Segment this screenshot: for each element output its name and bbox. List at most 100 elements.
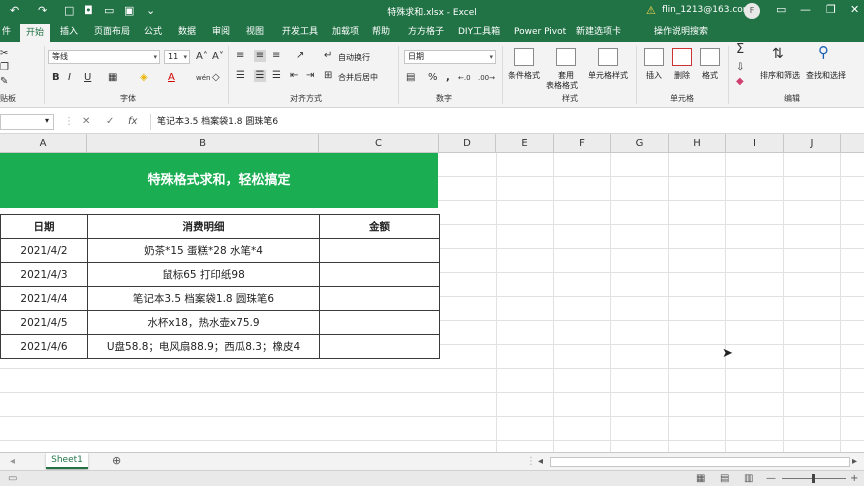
date-cell[interactable]: 2021/4/6 (0, 334, 88, 359)
detail-cell[interactable]: 奶茶*15 蛋糕*28 水笔*4 (87, 238, 320, 263)
tab-new-tab[interactable]: 新建选项卡 (576, 25, 621, 40)
detail-cell[interactable]: 笔记本3.5 档案袋1.8 圆珠笔6 (87, 286, 320, 311)
header-cell-date[interactable]: 日期 (0, 214, 88, 239)
sort-filter-icon[interactable]: ⇅ (772, 47, 784, 61)
format-as-table-icon[interactable] (556, 48, 576, 66)
detail-cell[interactable]: 水杯x18，热水壶x75.9 (87, 310, 320, 335)
ribbon-display-options-icon[interactable]: ▭ (776, 3, 786, 16)
zoom-in-icon[interactable]: + (850, 473, 858, 485)
grow-font-icon[interactable]: A˄ (196, 51, 208, 63)
delete-cells-button[interactable]: 删除 (674, 70, 690, 81)
column-header-i[interactable]: I (726, 134, 784, 153)
warning-icon[interactable]: ⚠ (646, 4, 656, 17)
find-select-button[interactable]: 查找和选择 (806, 70, 846, 81)
increase-decimal-button[interactable]: ←.0 (458, 72, 471, 84)
tab-developer[interactable]: 开发工具 (282, 25, 318, 40)
date-cell[interactable]: 2021/4/3 (0, 262, 88, 287)
align-left-icon[interactable]: ☰ (236, 70, 245, 82)
format-cells-button[interactable]: 格式 (702, 70, 718, 81)
account-email[interactable]: flin_1213@163.com (662, 5, 752, 15)
avatar[interactable]: F (744, 3, 760, 19)
clear-icon[interactable]: ◆ (736, 76, 744, 88)
restore-icon[interactable]: ❐ (826, 3, 836, 16)
merge-center-button[interactable]: 合并后居中 (338, 72, 378, 83)
zoom-slider-thumb[interactable] (812, 474, 815, 483)
worksheet-grid[interactable]: A B C D E F G H I J 特殊格式求和，轻松搞定 日期 消费明细 … (0, 134, 864, 452)
clear-format-icon[interactable]: ◇ (212, 72, 220, 84)
fill-color-icon[interactable]: ◈ (140, 72, 148, 84)
font-size-combo[interactable]: 11 ▾ (164, 50, 190, 64)
split-handle-icon[interactable]: ⋮ (526, 456, 536, 468)
autosum-icon[interactable]: Σ (736, 43, 744, 56)
column-header-g[interactable]: G (611, 134, 669, 153)
font-color-icon[interactable]: A (168, 72, 175, 84)
tab-tell-me[interactable]: 操作说明搜索 (654, 25, 708, 40)
tab-help[interactable]: 帮助 (372, 25, 390, 40)
header-cell-detail[interactable]: 消费明细 (87, 214, 320, 239)
format-painter-icon[interactable]: ✎ (0, 76, 8, 88)
detail-cell[interactable]: 鼠标65 打印纸98 (87, 262, 320, 287)
add-sheet-icon[interactable]: ⊕ (112, 455, 121, 467)
column-header-e[interactable]: E (496, 134, 554, 153)
font-name-combo[interactable]: 等线 ▾ (48, 50, 160, 64)
normal-view-icon[interactable]: ▦ (696, 473, 705, 485)
format-cells-icon[interactable] (700, 48, 720, 66)
align-center-icon[interactable]: ☰ (254, 70, 266, 82)
minimize-icon[interactable]: — (800, 3, 811, 16)
decrease-decimal-button[interactable]: .00→ (478, 72, 495, 84)
enter-icon[interactable]: ✓ (106, 116, 114, 128)
date-cell[interactable]: 2021/4/4 (0, 286, 88, 311)
name-box[interactable]: ▾ (0, 114, 54, 130)
number-format-combo[interactable]: 日期 ▾ (404, 50, 496, 64)
cell-styles-button[interactable]: 单元格样式 (588, 70, 628, 81)
tab-formulas[interactable]: 公式 (144, 25, 162, 40)
fill-icon[interactable]: ⇩ (736, 62, 744, 74)
tab-view[interactable]: 视图 (246, 25, 264, 40)
orientation-icon[interactable]: ↗ (296, 50, 304, 62)
wrap-text-icon[interactable]: ↵ (324, 50, 332, 62)
column-header-d[interactable]: D (439, 134, 496, 153)
tab-data[interactable]: 数据 (178, 25, 196, 40)
tab-fangfang[interactable]: 方方格子 (408, 25, 444, 40)
conditional-format-button[interactable]: 条件格式 (508, 70, 540, 81)
amount-cell[interactable] (319, 262, 440, 287)
page-layout-view-icon[interactable]: ▤ (720, 473, 729, 485)
tab-page-layout[interactable]: 页面布局 (94, 25, 130, 40)
column-header-c[interactable]: C (319, 134, 439, 153)
wrap-text-button[interactable]: 自动换行 (338, 52, 370, 63)
page-break-view-icon[interactable]: ▥ (744, 473, 753, 485)
merged-title-cell[interactable]: 特殊格式求和，轻松搞定 (0, 153, 438, 208)
zoom-out-icon[interactable]: — (766, 473, 776, 485)
accounting-format-icon[interactable]: ▤ (406, 72, 415, 84)
tab-home[interactable]: 开始 (20, 24, 51, 42)
tab-file[interactable]: 件 (2, 25, 11, 40)
cancel-icon[interactable]: ✕ (82, 116, 90, 128)
horizontal-scrollbar[interactable] (550, 457, 850, 467)
copy-icon[interactable]: ❐ (0, 62, 9, 74)
scroll-right-icon[interactable]: ▸ (852, 456, 857, 468)
conditional-format-icon[interactable] (514, 48, 534, 66)
header-cell-amount[interactable]: 金额 (319, 214, 440, 239)
search-icon[interactable]: ⚲ (818, 45, 829, 60)
amount-cell[interactable] (319, 334, 440, 359)
borders-icon[interactable]: ▦ (108, 72, 117, 84)
align-top-icon[interactable]: ≡ (236, 50, 244, 62)
tab-diy-toolbox[interactable]: DIY工具箱 (458, 25, 500, 40)
comma-button[interactable]: , (446, 72, 450, 84)
date-cell[interactable]: 2021/4/2 (0, 238, 88, 263)
detail-cell[interactable]: U盘58.8；电风扇88.9；西瓜8.3；橡皮4 (87, 334, 320, 359)
close-icon[interactable]: ✕ (850, 3, 859, 16)
shrink-font-icon[interactable]: A˅ (212, 51, 224, 63)
column-header-b[interactable]: B (87, 134, 319, 153)
merge-center-icon[interactable]: ⊞ (324, 70, 332, 82)
phonetic-icon[interactable]: wén (196, 72, 210, 84)
column-header-a[interactable]: A (0, 134, 87, 153)
insert-cells-button[interactable]: 插入 (646, 70, 662, 81)
tab-review[interactable]: 审阅 (212, 25, 230, 40)
tab-addins[interactable]: 加载项 (332, 25, 359, 40)
increase-indent-icon[interactable]: ⇥ (306, 70, 314, 82)
tab-power-pivot[interactable]: Power Pivot (514, 25, 566, 40)
cut-icon[interactable]: ✂ (0, 48, 8, 60)
sort-filter-button[interactable]: 排序和筛选 (760, 70, 800, 81)
italic-button[interactable]: I (68, 72, 71, 84)
